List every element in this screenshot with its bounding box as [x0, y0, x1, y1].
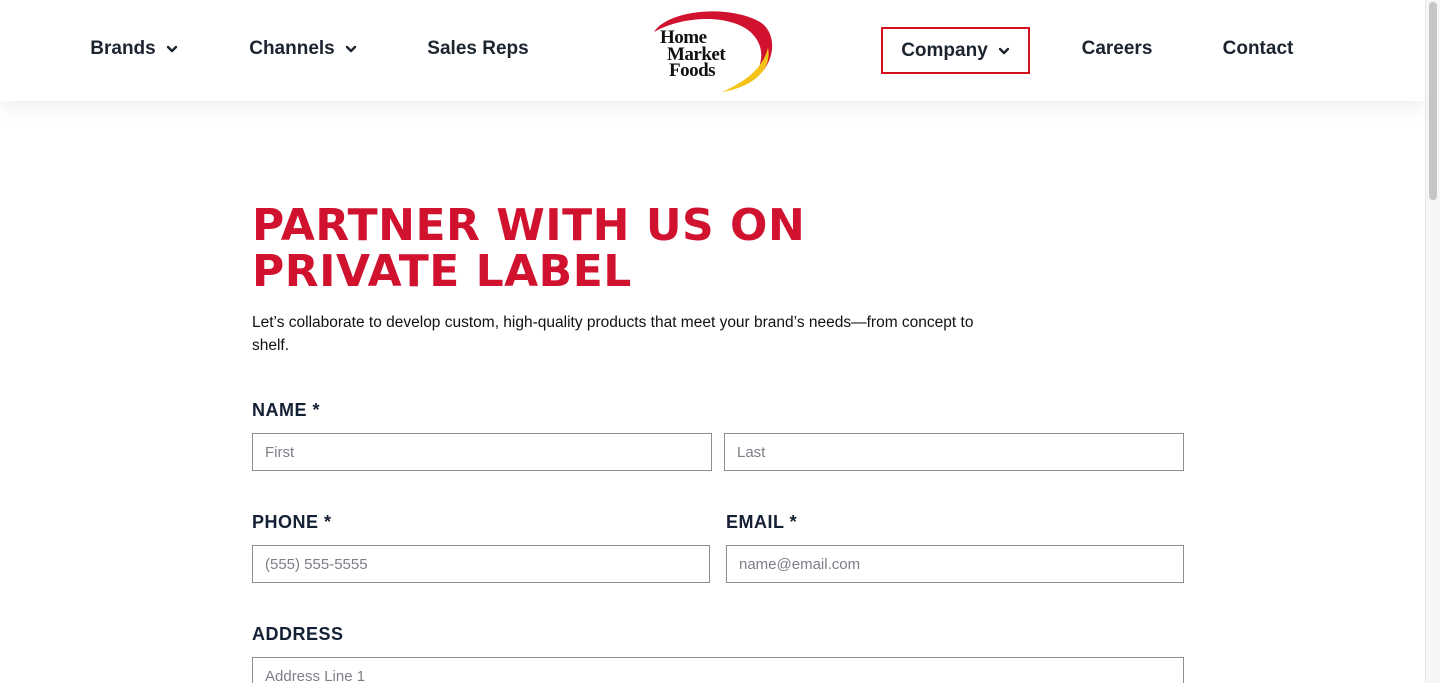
- nav-company-label: Company: [901, 39, 988, 61]
- nav-channels-label: Channels: [249, 38, 335, 59]
- logo-line-foods: Foods: [669, 60, 716, 81]
- nav-contact-label: Contact: [1222, 38, 1294, 59]
- page-intro: Let’s collaborate to develop custom, hig…: [252, 314, 974, 354]
- nav-contact[interactable]: Contact: [1208, 26, 1308, 72]
- site-header: Brands Channels Sales Reps Home Market F…: [0, 0, 1425, 101]
- chevron-down-icon: [345, 43, 357, 55]
- nav-company[interactable]: Company: [881, 27, 1030, 74]
- nav-careers[interactable]: Careers: [1068, 26, 1166, 72]
- address-line1-input[interactable]: [252, 657, 1184, 683]
- chevron-down-icon: [998, 45, 1010, 57]
- phone-label: PHONE *: [252, 512, 332, 532]
- first-name-input[interactable]: [252, 433, 712, 471]
- address-label: ADDRESS: [252, 624, 344, 644]
- email-label: EMAIL *: [726, 512, 798, 532]
- nav-channels[interactable]: Channels: [236, 26, 370, 72]
- home-market-foods-logo[interactable]: Home Market Foods: [648, 8, 778, 94]
- nav-careers-label: Careers: [1081, 38, 1153, 59]
- nav-sales-reps-label: Sales Reps: [427, 38, 529, 59]
- phone-input[interactable]: [252, 545, 710, 583]
- page: Brands Channels Sales Reps Home Market F…: [0, 0, 1440, 683]
- page-title: PARTNER WITH US ON PRIVATE LABEL: [252, 200, 806, 297]
- last-name-input[interactable]: [724, 433, 1184, 471]
- nav-sales-reps[interactable]: Sales Reps: [414, 26, 542, 72]
- email-input[interactable]: [726, 545, 1184, 583]
- nav-brands[interactable]: Brands: [78, 26, 190, 72]
- page-scrollbar[interactable]: [1425, 0, 1440, 683]
- logo-wordmark: Home Market Foods: [648, 8, 778, 94]
- name-label: NAME *: [252, 400, 321, 420]
- nav-brands-label: Brands: [90, 38, 156, 59]
- scrollbar-thumb[interactable]: [1429, 2, 1437, 200]
- chevron-down-icon: [166, 43, 178, 55]
